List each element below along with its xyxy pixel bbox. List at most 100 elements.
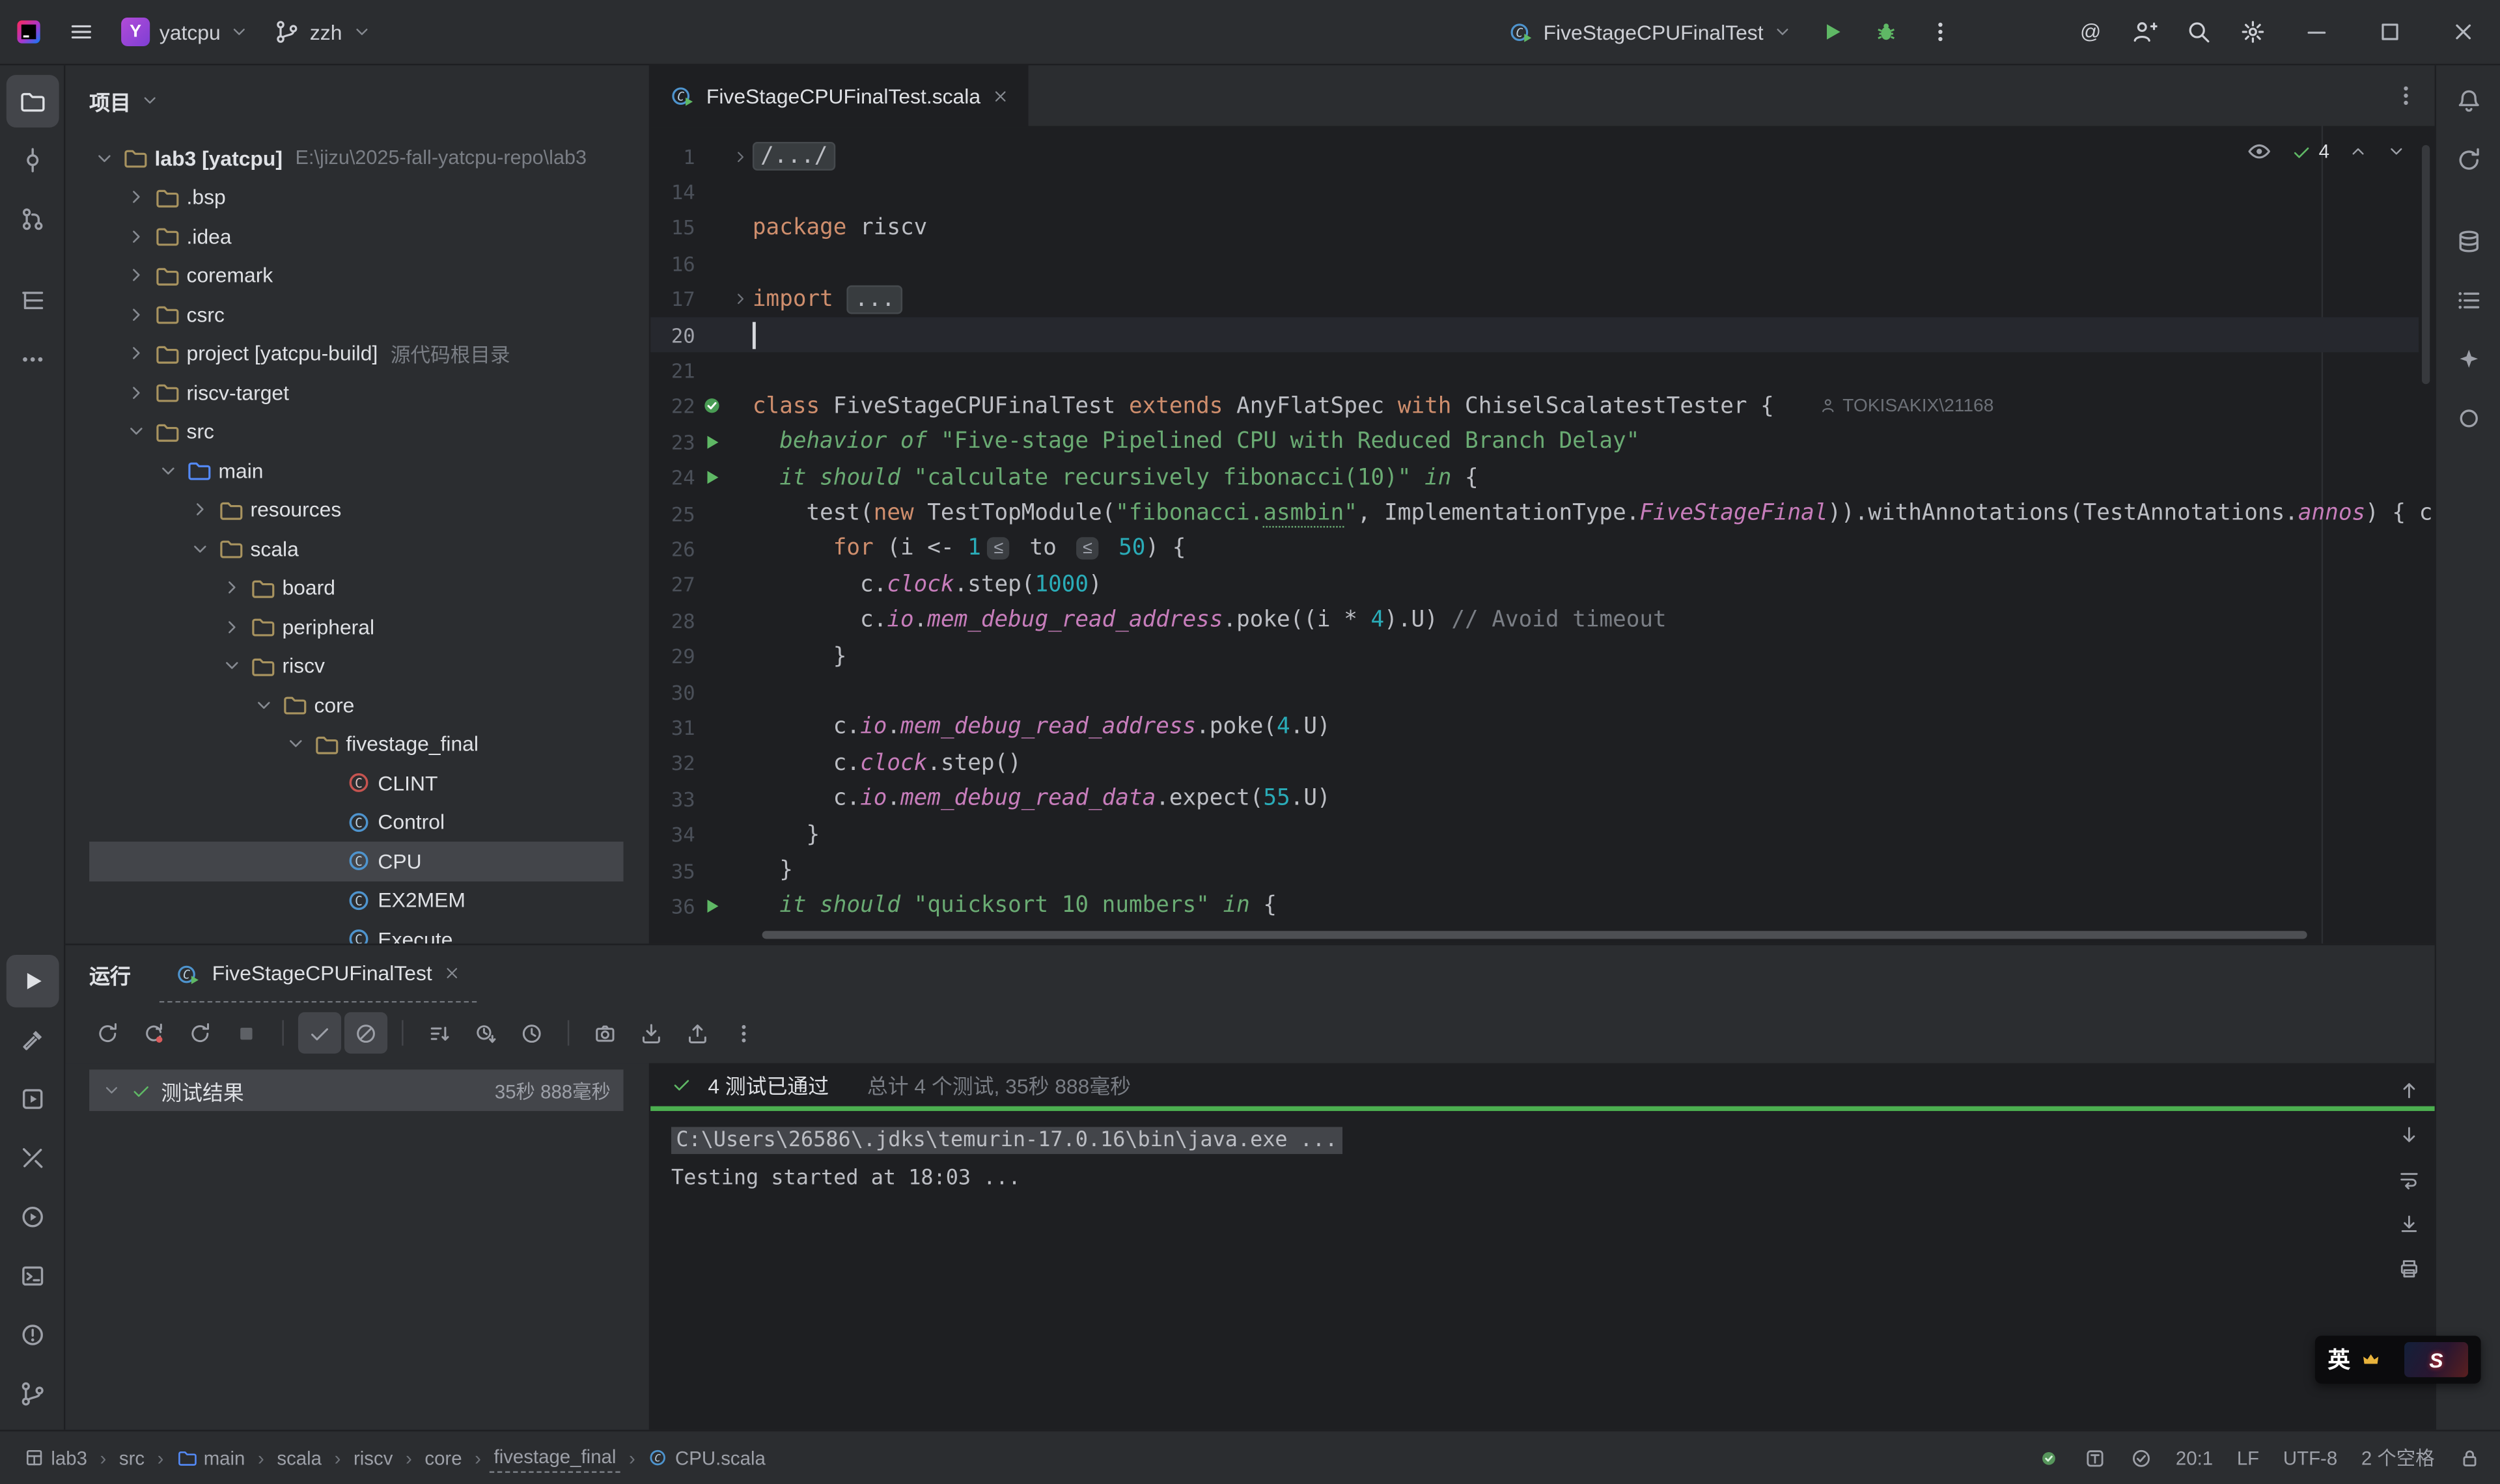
breadcrumb-main[interactable]: main	[172, 1444, 250, 1472]
read-only-toggle[interactable]	[2458, 1446, 2480, 1468]
run-test-gutter-icon[interactable]	[695, 896, 727, 916]
chevron-right-icon[interactable]	[187, 499, 214, 520]
run-tab[interactable]: C FiveStageCPUFinalTest	[160, 945, 477, 1002]
import-test-results-button[interactable]	[630, 1012, 673, 1054]
notifications-button[interactable]	[2442, 75, 2495, 128]
database-toolwindow-button[interactable]	[2442, 215, 2495, 268]
code-line-21[interactable]: 21	[650, 353, 2419, 389]
fold-arrow-icon[interactable]	[727, 290, 753, 308]
show-ignored-toggle-button[interactable]	[344, 1012, 387, 1054]
code-line-25[interactable]: 25 test(new TestTopModule("fibonacci.asm…	[650, 495, 2419, 531]
rerun-tests-button[interactable]	[86, 1012, 129, 1054]
file-encoding[interactable]: UTF-8	[2283, 1446, 2337, 1468]
chevron-down-icon[interactable]	[91, 148, 118, 169]
reader-mode-icon[interactable]	[2247, 139, 2272, 164]
code-line-24[interactable]: 24 it should "calculate recursively fibo…	[650, 460, 2419, 496]
show-passed-toggle-button[interactable]	[298, 1012, 341, 1054]
code-line-34[interactable]: 34 }	[650, 817, 2419, 853]
debug-button[interactable]	[1859, 8, 1913, 55]
run-test-gutter-icon[interactable]	[695, 432, 727, 452]
main-menu-button[interactable]	[54, 8, 108, 55]
code-line-1[interactable]: 1/.../	[650, 139, 2419, 174]
editor-tab[interactable]: C FiveStageCPUFinalTest.scala	[650, 65, 1028, 126]
run-anything-button[interactable]	[6, 1190, 59, 1243]
breadcrumb-lab3[interactable]: lab3	[19, 1444, 92, 1472]
tree-item-ex2mem[interactable]: CEX2MEM	[65, 881, 648, 920]
minimize-button[interactable]	[2280, 0, 2354, 64]
tree-item-execute[interactable]: CExecute	[65, 920, 648, 944]
tree-item-main[interactable]: main	[65, 451, 648, 490]
ime-widget[interactable]: 英 S	[2315, 1336, 2481, 1383]
tree-item-riscv-target[interactable]: riscv-target	[65, 373, 648, 412]
maximize-button[interactable]	[2354, 0, 2427, 64]
commit-toolwindow-button[interactable]	[6, 134, 59, 187]
dependencies-toolwindow-button[interactable]	[2442, 392, 2495, 445]
chevron-right-icon[interactable]	[123, 187, 150, 208]
tree-item-resources[interactable]: resources	[65, 490, 648, 529]
inspections-passed[interactable]: 4	[2292, 141, 2329, 163]
chevron-right-icon[interactable]	[123, 265, 150, 286]
sort-by-duration-button[interactable]	[464, 1012, 507, 1054]
toggle-auto-test-button[interactable]	[178, 1012, 221, 1054]
rerun-failed-tests-button[interactable]	[132, 1012, 175, 1054]
structure-toolwindow-button[interactable]	[6, 274, 59, 327]
line-separator[interactable]: LF	[2237, 1446, 2259, 1468]
console-scroll-up-button[interactable]	[2398, 1079, 2420, 1106]
inspections-ok[interactable]	[2130, 1446, 2152, 1468]
code-line-28[interactable]: 28 c.io.mem_debug_read_address.poke((i *…	[650, 603, 2419, 639]
chevron-right-icon[interactable]	[219, 616, 246, 637]
console-soft-wrap-toggle-button[interactable]	[2398, 1168, 2420, 1196]
console-scroll-to-end-button[interactable]	[2398, 1213, 2420, 1241]
code-line-20[interactable]: 20	[650, 317, 2419, 353]
code-line-26[interactable]: 26 for (i <- 1≤ to ≤ 50) {	[650, 531, 2419, 567]
caret-position[interactable]: 20:1	[2176, 1446, 2213, 1468]
test-results-root-row[interactable]: 测试结果 35秒 888毫秒	[89, 1069, 623, 1111]
prev-problem-icon[interactable]	[2348, 142, 2367, 161]
code-line-22[interactable]: 22class FiveStageCPUFinalTest extends An…	[650, 389, 2419, 424]
test-passed-gutter-icon[interactable]	[695, 396, 727, 417]
stop-process-button[interactable]	[225, 1012, 268, 1054]
tree-item-peripheral[interactable]: peripheral	[65, 607, 648, 646]
chevron-down-icon[interactable]	[219, 655, 246, 676]
chevron-down-icon[interactable]	[123, 421, 150, 442]
more-options-button[interactable]	[722, 1012, 765, 1054]
fold-arrow-icon[interactable]	[727, 148, 753, 165]
tree-item-scala[interactable]: scala	[65, 529, 648, 568]
tab-list-button[interactable]	[2377, 65, 2434, 126]
console-output[interactable]: C:\Users\26586\.jdks\temurin-17.0.16\bin…	[650, 1111, 2434, 1199]
version-control-toolwindow-button[interactable]	[6, 1367, 59, 1420]
code-line-30[interactable]: 30	[650, 674, 2419, 710]
tree-item-src[interactable]: src	[65, 412, 648, 451]
sync-status[interactable]	[2037, 1446, 2059, 1468]
terminal-toolwindow-button[interactable]	[6, 1250, 59, 1302]
code-line-35[interactable]: 35 }	[650, 853, 2419, 888]
translation-plugin[interactable]	[2083, 1446, 2105, 1468]
build-tool-sync-button[interactable]	[2442, 134, 2495, 187]
project-panel-header[interactable]: 项目	[65, 65, 648, 135]
breadcrumb-cpu-scala[interactable]: CCPU.scala	[643, 1444, 770, 1472]
tree-item-clint[interactable]: CCLINT	[65, 763, 648, 803]
chevron-down-icon[interactable]	[155, 460, 182, 481]
run-button[interactable]	[1805, 8, 1859, 55]
more-toolwindows-button[interactable]	[6, 333, 59, 386]
chevron-down-icon[interactable]	[282, 734, 309, 754]
close-button[interactable]	[2426, 0, 2500, 64]
code-line-36[interactable]: 36 it should "quicksort 10 numbers" in {	[650, 888, 2419, 924]
search-everywhere-button[interactable]	[2172, 8, 2226, 55]
snapshot-button[interactable]	[583, 1012, 626, 1054]
more-run-actions-button[interactable]	[1913, 8, 1967, 55]
console-line[interactable]: Testing started at 18:03 ...	[671, 1161, 2435, 1199]
export-test-results-button[interactable]	[676, 1012, 719, 1054]
breadcrumb-riscv[interactable]: riscv	[349, 1444, 398, 1472]
tree-item-core[interactable]: core	[65, 685, 648, 724]
breadcrumb-core[interactable]: core	[420, 1444, 467, 1472]
vertical-scrollbar[interactable]	[2422, 145, 2430, 384]
indent-style[interactable]: 2 个空格	[2361, 1444, 2435, 1472]
chevron-right-icon[interactable]	[123, 382, 150, 403]
code-line-32[interactable]: 32 c.clock.step()	[650, 745, 2419, 781]
breadcrumb-scala[interactable]: scala	[272, 1444, 326, 1472]
sort-alphabetically-button[interactable]	[418, 1012, 461, 1054]
run-toolwindow-button[interactable]	[6, 955, 59, 1008]
console-print-console-button[interactable]	[2398, 1257, 2420, 1285]
code-line-31[interactable]: 31 c.io.mem_debug_read_address.poke(4.U)	[650, 709, 2419, 745]
